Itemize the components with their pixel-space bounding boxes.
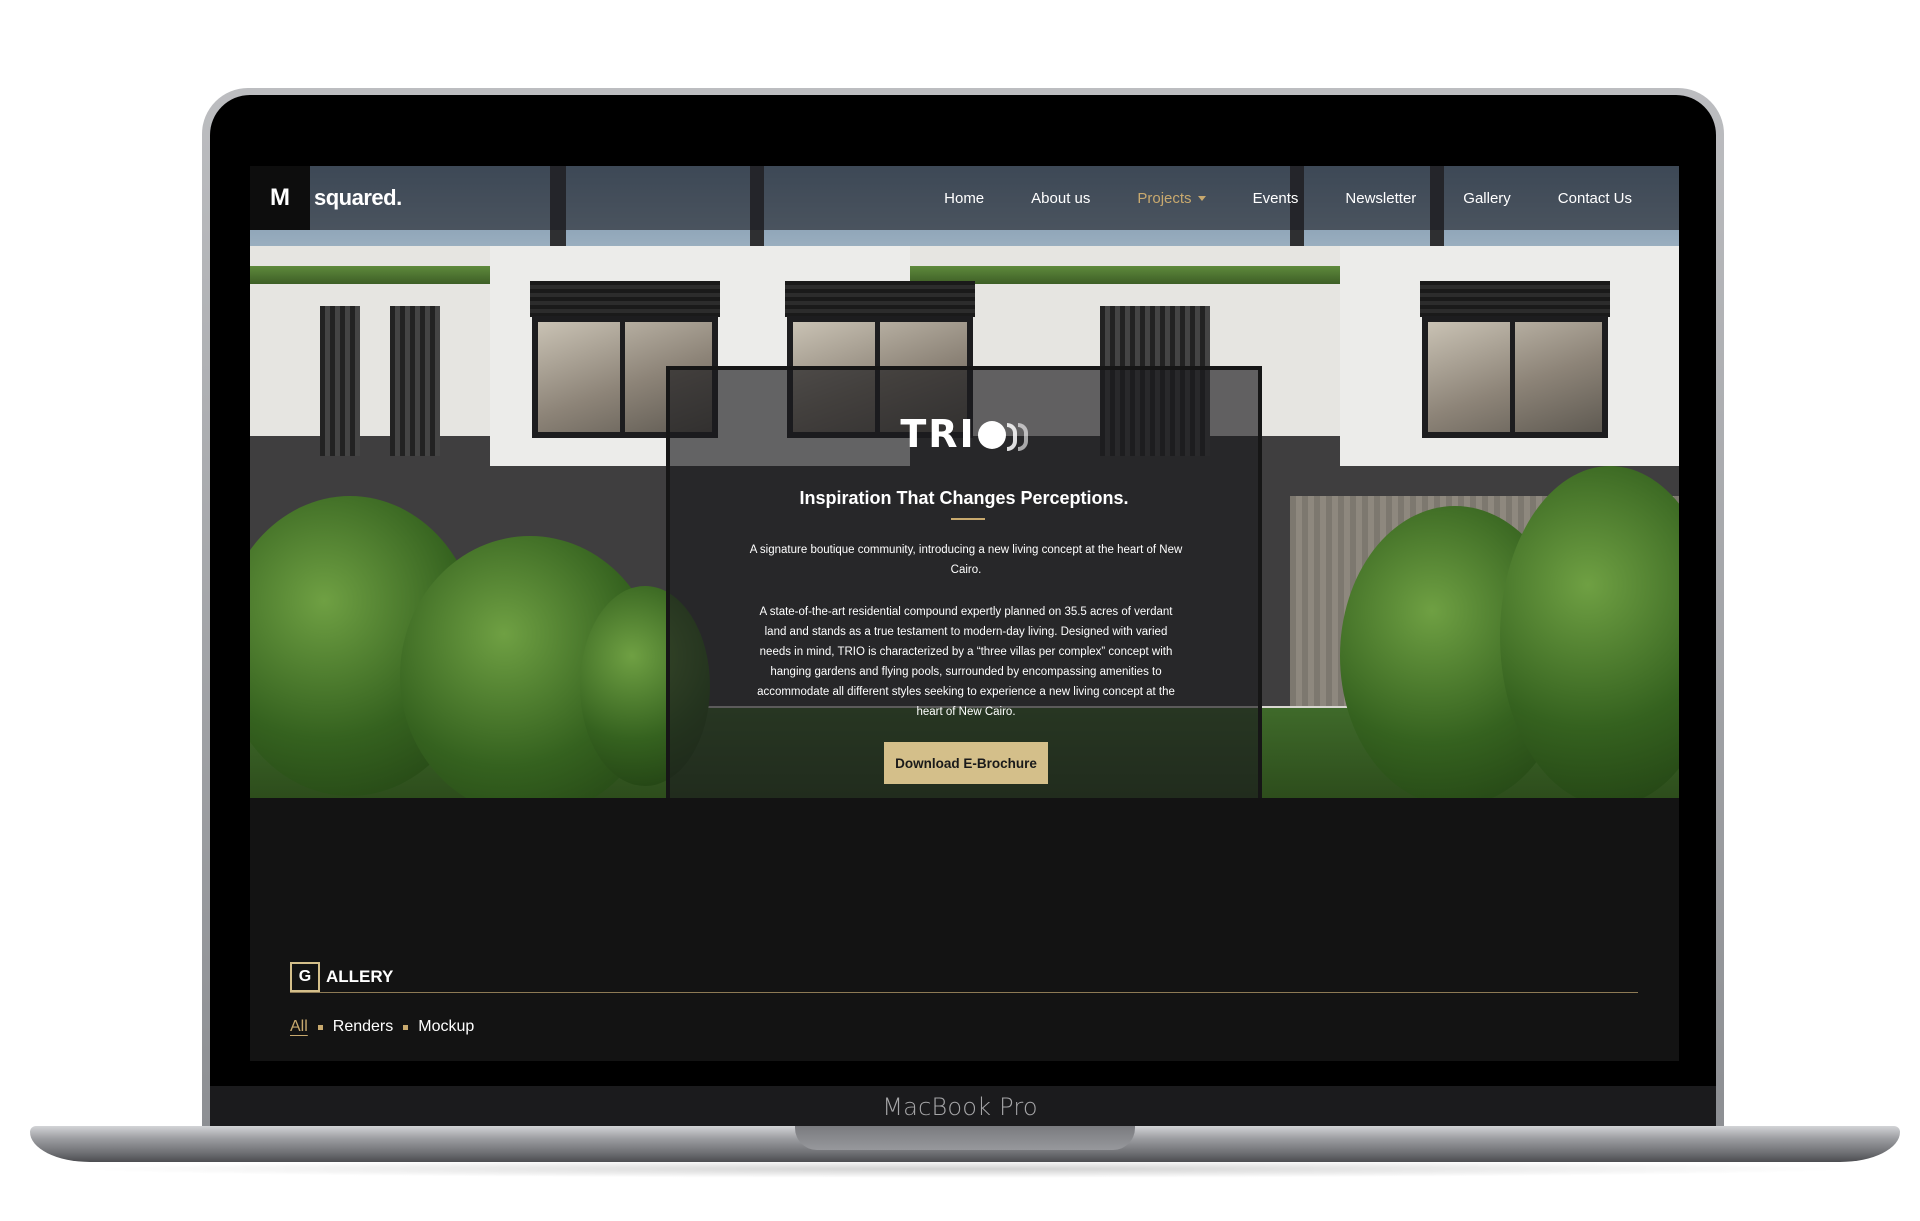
gallery-divider [290, 992, 1638, 993]
main-nav: Home About us Projects Events Newsletter… [944, 166, 1679, 230]
trio-logo-circle-icon [977, 421, 1006, 449]
logo-mark-box[interactable]: M [250, 166, 310, 230]
hero-shade [530, 281, 720, 317]
trio-logo-arc-icon [1006, 423, 1017, 451]
chevron-down-icon [1197, 196, 1206, 202]
filter-separator [317, 1024, 323, 1030]
hero-slat-screen [390, 306, 440, 456]
logo-mark: M [270, 184, 290, 211]
project-intro-card: TRI Inspiration That Changes Perceptions… [666, 366, 1262, 798]
trio-logo-arc-icon [1017, 423, 1028, 451]
filter-mockup[interactable]: Mockup [418, 1018, 474, 1036]
gallery-filters: All Renders Mockup [290, 1018, 474, 1036]
nav-home[interactable]: Home [944, 190, 984, 207]
gallery-heading: ALLERY [326, 967, 394, 986]
project-description-intro: A signature boutique community, introduc… [749, 544, 1183, 576]
filter-renders[interactable]: Renders [333, 1018, 393, 1036]
trio-logo: TRI [670, 412, 1258, 458]
laptop-notch [795, 1126, 1135, 1150]
project-description-detail: A state-of-the-art residential compound … [757, 606, 1175, 718]
tagline-divider [951, 518, 985, 520]
filter-separator [403, 1024, 409, 1030]
nav-about-us[interactable]: About us [1031, 190, 1090, 207]
nav-projects-label: Projects [1137, 189, 1192, 207]
logo-wordmark[interactable]: squared. [314, 166, 402, 230]
project-tagline: Inspiration That Changes Perceptions. [799, 488, 1129, 508]
hero-slat-screen [320, 306, 360, 456]
hero-section: M squared. Home About us Projects Events… [250, 166, 1679, 798]
nav-events[interactable]: Events [1253, 190, 1299, 207]
gallery-heading-initial: G [290, 962, 320, 992]
hero-shade [785, 281, 975, 317]
site-navbar: M squared. Home About us Projects Events… [250, 166, 1679, 230]
browser-viewport: M squared. Home About us Projects Events… [250, 166, 1679, 1061]
nav-newsletter[interactable]: Newsletter [1345, 190, 1416, 207]
filter-all[interactable]: All [290, 1018, 308, 1036]
hero-shade [1420, 281, 1610, 317]
device-label: MacBook Pro [882, 1093, 1038, 1121]
trio-logo-text: TRI [900, 412, 976, 456]
nav-projects[interactable]: Projects [1137, 189, 1206, 207]
laptop-shadow [70, 1160, 1860, 1178]
hero-window [1422, 316, 1608, 438]
download-brochure-button[interactable]: Download E-Brochure [884, 742, 1048, 784]
nav-contact-us[interactable]: Contact Us [1558, 190, 1632, 207]
nav-gallery[interactable]: Gallery [1463, 190, 1511, 207]
